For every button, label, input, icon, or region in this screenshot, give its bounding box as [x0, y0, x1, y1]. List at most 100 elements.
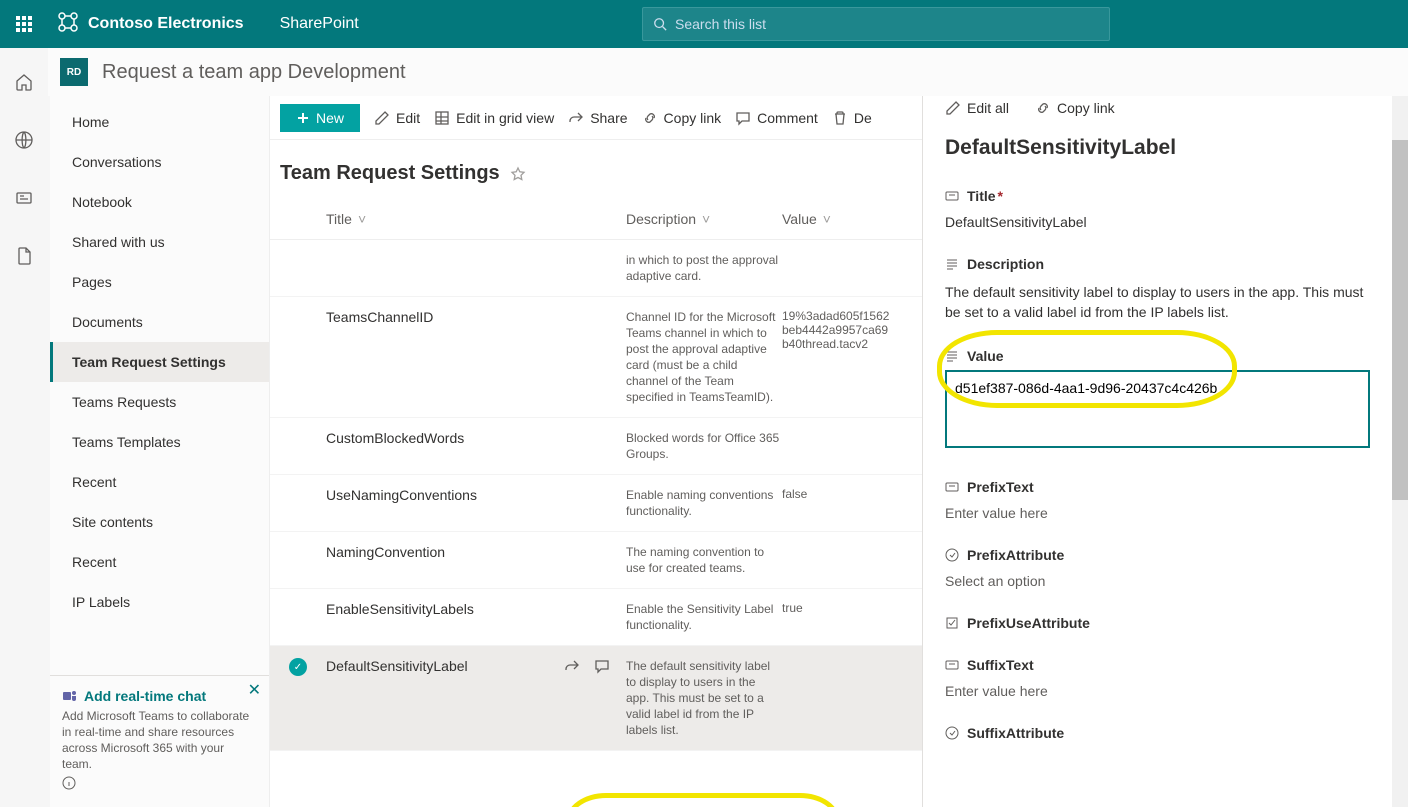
- info-icon[interactable]: [62, 776, 76, 790]
- field-label-prefixattr: PrefixAttribute: [967, 547, 1064, 563]
- field-label-prefixtext: PrefixText: [967, 479, 1034, 495]
- nav-item-teams-requests[interactable]: Teams Requests: [50, 382, 269, 422]
- main-content: New Edit Edit in grid view Share Copy li…: [270, 96, 922, 807]
- page-header: RD Request a team app Development: [48, 48, 1408, 96]
- field-value-description[interactable]: The default sensitivity label to display…: [945, 282, 1370, 322]
- teams-icon: [62, 688, 78, 704]
- search-box[interactable]: [642, 7, 1110, 41]
- nav-item-notebook[interactable]: Notebook: [50, 182, 269, 222]
- nav-item-recent[interactable]: Recent: [50, 542, 269, 582]
- comment-icon[interactable]: [594, 658, 610, 674]
- table-row[interactable]: NamingConventionThe naming convention to…: [270, 532, 922, 589]
- table-row[interactable]: CustomBlockedWordsBlocked words for Offi…: [270, 418, 922, 475]
- app-launcher-icon[interactable]: [8, 8, 40, 40]
- choice-icon: [945, 726, 959, 740]
- app-rail: [0, 48, 48, 807]
- col-title[interactable]: Title˅: [326, 211, 626, 227]
- table-row[interactable]: UseNamingConventionsEnable naming conven…: [270, 475, 922, 532]
- table-row[interactable]: ✓DefaultSensitivityLabelThe default sens…: [270, 646, 922, 751]
- nav-item-team-request-settings[interactable]: Team Request Settings: [50, 342, 269, 382]
- copy-link-button[interactable]: Copy link: [642, 110, 722, 126]
- favorite-icon[interactable]: [510, 166, 526, 182]
- panel-heading: DefaultSensitivityLabel: [945, 136, 1370, 160]
- home-icon[interactable]: [8, 66, 40, 98]
- multiline-icon: [945, 349, 959, 363]
- row-description: The naming convention to use for created…: [626, 544, 782, 576]
- files-icon[interactable]: [8, 240, 40, 272]
- row-value: false: [782, 487, 892, 501]
- row-title: CustomBlockedWords: [326, 430, 626, 446]
- comment-icon: [735, 110, 751, 126]
- field-value-prefixattr[interactable]: Select an option: [945, 573, 1370, 589]
- news-icon[interactable]: [8, 182, 40, 214]
- field-label-description: Description: [967, 256, 1044, 272]
- field-value-title[interactable]: DefaultSensitivityLabel: [945, 214, 1370, 230]
- copy-link-button[interactable]: Copy link: [1035, 100, 1115, 116]
- text-field-icon: [945, 658, 959, 672]
- field-label-suffixattr: SuffixAttribute: [967, 725, 1064, 741]
- value-input[interactable]: [945, 370, 1370, 448]
- delete-button[interactable]: De: [832, 110, 872, 126]
- text-field-icon: [945, 189, 959, 203]
- field-label-value: Value: [967, 348, 1004, 364]
- nav-item-site-contents[interactable]: Site contents: [50, 502, 269, 542]
- site-badge: RD: [60, 58, 88, 86]
- col-value[interactable]: Value˅: [782, 211, 892, 227]
- edit-icon: [374, 110, 390, 126]
- row-description: Channel ID for the Microsoft Teams chann…: [626, 309, 782, 405]
- nav-footer: ✕ Add real-time chat Add Microsoft Teams…: [50, 675, 269, 807]
- table-row[interactable]: EnableSensitivityLabelsEnable the Sensit…: [270, 589, 922, 646]
- page-title: Request a team app Development: [102, 61, 406, 84]
- nav-item-recent[interactable]: Recent: [50, 462, 269, 502]
- row-value: 19%3adad605f1562beb4442a9957ca69b40threa…: [782, 309, 892, 351]
- field-label-prefixuse: PrefixUseAttribute: [967, 615, 1090, 631]
- row-description: The default sensitivity label to display…: [626, 658, 782, 738]
- nav-item-conversations[interactable]: Conversations: [50, 142, 269, 182]
- nav-item-home[interactable]: Home: [50, 102, 269, 142]
- globe-icon[interactable]: [8, 124, 40, 156]
- edit-grid-button[interactable]: Edit in grid view: [434, 110, 554, 126]
- nav-item-ip-labels[interactable]: IP Labels: [50, 582, 269, 622]
- brand-name: Contoso Electronics: [88, 15, 244, 33]
- search-input[interactable]: [675, 16, 1099, 32]
- link-icon: [1035, 100, 1051, 116]
- text-field-icon: [945, 480, 959, 494]
- table-row[interactable]: TeamsChannelIDChannel ID for the Microso…: [270, 297, 922, 418]
- multiline-icon: [945, 257, 959, 271]
- edit-button[interactable]: Edit: [374, 110, 420, 126]
- row-description: Blocked words for Office 365 Groups.: [626, 430, 782, 462]
- field-label-suffixtext: SuffixText: [967, 657, 1034, 673]
- panel-scrollbar[interactable]: [1392, 96, 1408, 807]
- comment-button[interactable]: Comment: [735, 110, 818, 126]
- field-value-suffixtext[interactable]: Enter value here: [945, 683, 1370, 699]
- panel-commands: Edit all Copy link: [923, 96, 1392, 120]
- new-button[interactable]: New: [280, 104, 360, 132]
- row-title: UseNamingConventions: [326, 487, 626, 503]
- field-label-title: Title*: [967, 188, 1003, 204]
- field-value-prefixtext[interactable]: Enter value here: [945, 505, 1370, 521]
- share-button[interactable]: Share: [568, 110, 627, 126]
- list-title: Team Request Settings: [280, 162, 500, 185]
- details-panel: Edit all Copy link DefaultSensitivityLab…: [922, 96, 1392, 807]
- link-icon: [642, 110, 658, 126]
- row-description: Enable naming conventions functionality.: [626, 487, 782, 519]
- row-description: in which to post the approval adaptive c…: [626, 252, 782, 284]
- row-title: TeamsChannelID: [326, 309, 626, 325]
- row-value: true: [782, 601, 892, 615]
- close-icon[interactable]: ✕: [248, 680, 261, 700]
- nav-item-documents[interactable]: Documents: [50, 302, 269, 342]
- nav-footer-title[interactable]: Add real-time chat: [62, 688, 257, 704]
- row-title: EnableSensitivityLabels: [326, 601, 626, 617]
- brand-icon: [56, 10, 80, 39]
- share-icon[interactable]: [564, 658, 580, 674]
- command-bar: New Edit Edit in grid view Share Copy li…: [270, 96, 922, 140]
- col-description[interactable]: Description˅: [626, 211, 782, 227]
- nav-item-pages[interactable]: Pages: [50, 262, 269, 302]
- edit-all-button[interactable]: Edit all: [945, 100, 1009, 116]
- table-row[interactable]: in which to post the approval adaptive c…: [270, 240, 922, 297]
- nav-item-shared-with-us[interactable]: Shared with us: [50, 222, 269, 262]
- plus-icon: [296, 111, 310, 125]
- nav-item-teams-templates[interactable]: Teams Templates: [50, 422, 269, 462]
- nav-footer-body: Add Microsoft Teams to collaborate in re…: [62, 708, 257, 772]
- left-nav: HomeConversationsNotebookShared with usP…: [50, 96, 270, 807]
